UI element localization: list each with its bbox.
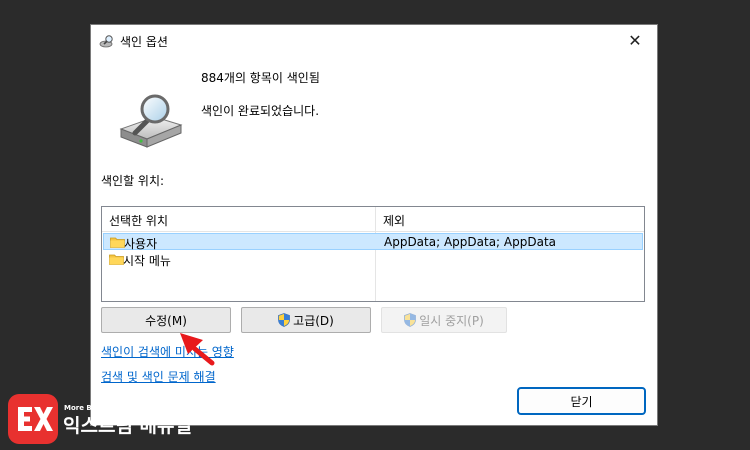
indexed-locations-list[interactable]: 선택한 위치 제외 사용자 AppData; AppData; AppData … <box>101 206 645 302</box>
uac-shield-icon <box>404 313 417 327</box>
close-icon: ✕ <box>628 30 642 50</box>
column-header-exclude[interactable]: 제외 <box>383 212 405 229</box>
indexed-count-text: 884개의 항목이 색인됨 <box>201 71 320 85</box>
dialog-title: 색인 옵션 <box>120 35 168 49</box>
close-dialog-button[interactable]: 닫기 <box>517 387 646 415</box>
list-item-users[interactable]: 사용자 AppData; AppData; AppData <box>103 233 643 251</box>
advanced-button[interactable]: 고급(D) <box>241 307 371 333</box>
troubleshoot-link[interactable]: 검색 및 색인 문제 해결 <box>101 368 216 385</box>
location-name: 사용자 <box>124 237 158 251</box>
uac-shield-icon <box>278 313 291 327</box>
advanced-button-label: 고급(D) <box>293 313 334 328</box>
location-exclusions: AppData; AppData; AppData <box>384 235 557 249</box>
indexing-status-text: 색인이 완료되었습니다. <box>201 104 320 118</box>
list-item-start-menu[interactable]: 시작 메뉴 <box>103 251 643 268</box>
modify-button-label: 수정(M) <box>145 313 187 328</box>
folder-icon <box>110 237 125 248</box>
watermark-brand: 익스트림 매뉴얼 <box>63 415 192 437</box>
extreme-manual-logo <box>8 394 58 444</box>
folder-icon <box>109 254 124 265</box>
title-bar: 색인 옵션 ✕ <box>91 25 657 57</box>
indexing-effects-link[interactable]: 색인이 검색에 미치는 영향 <box>101 343 234 360</box>
pause-button-label: 일시 중지(P) <box>419 313 484 328</box>
list-header: 선택한 위치 제외 <box>102 207 644 232</box>
close-dialog-button-label: 닫기 <box>570 394 593 409</box>
locations-label: 색인할 위치: <box>101 174 165 188</box>
pause-button[interactable]: 일시 중지(P) <box>381 307 507 333</box>
indexing-options-icon <box>99 35 113 48</box>
indexed-drive-icon <box>119 94 183 148</box>
location-name: 시작 메뉴 <box>123 254 171 268</box>
modify-button[interactable]: 수정(M) <box>101 307 231 333</box>
close-button[interactable]: ✕ <box>613 25 657 55</box>
indexing-options-dialog: 색인 옵션 ✕ 884개의 항목이 색인됨 색인이 완료되었습니다. 색인할 위… <box>90 24 658 426</box>
column-header-location[interactable]: 선택한 위치 <box>109 212 168 229</box>
